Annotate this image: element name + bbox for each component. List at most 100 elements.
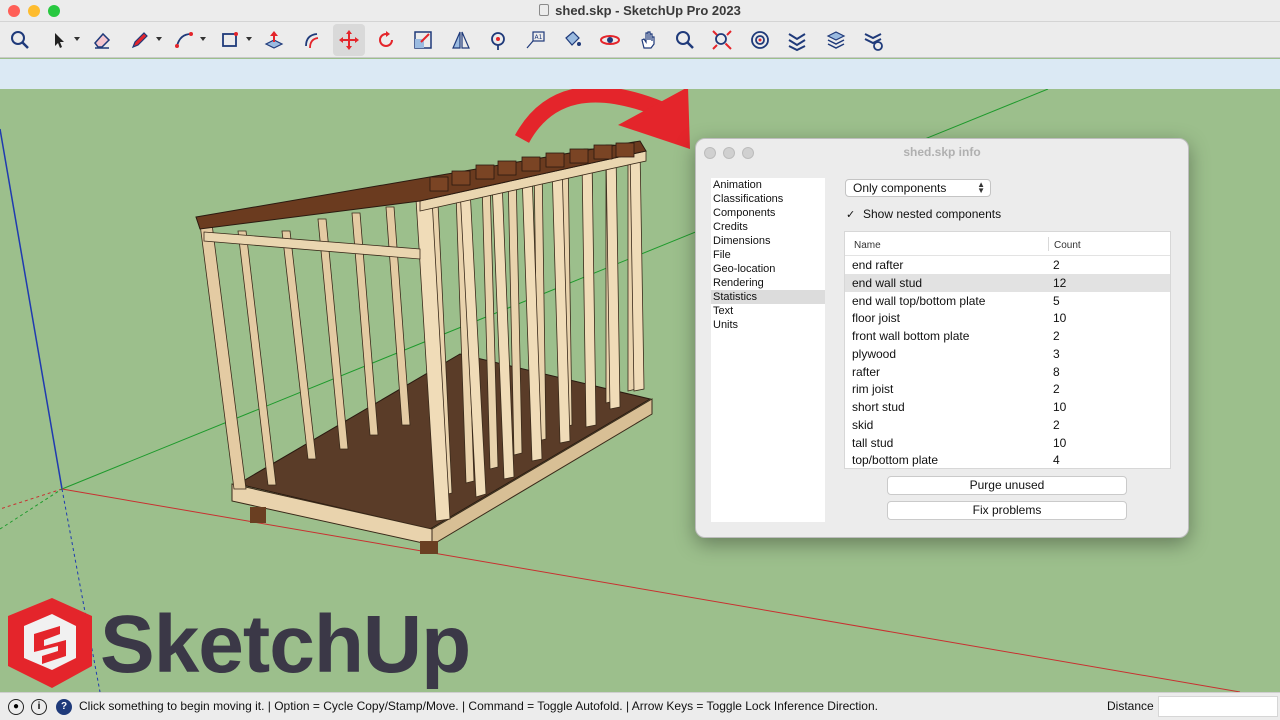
row-count: 4 xyxy=(1053,453,1060,468)
dialog-title: shed.skp info xyxy=(903,145,981,159)
row-count: 10 xyxy=(1053,311,1067,326)
section-item-credits[interactable]: Credits xyxy=(711,220,825,234)
table-header: Name Count xyxy=(845,232,1170,256)
table-row[interactable]: floor joist 10 xyxy=(845,309,1170,327)
zoom-extents-tool-icon[interactable] xyxy=(706,24,738,56)
column-header-name[interactable]: Name xyxy=(854,240,881,251)
section-item-classifications[interactable]: Classifications xyxy=(711,192,825,206)
measurement-label: Distance xyxy=(1107,699,1154,713)
info-icon[interactable]: i xyxy=(31,699,47,715)
row-count: 10 xyxy=(1053,435,1067,450)
help-icon[interactable]: ? xyxy=(56,699,72,715)
orbit-tool-icon[interactable] xyxy=(594,24,626,56)
row-name: short stud xyxy=(852,400,905,414)
sketchup-logo-text: SketchUp xyxy=(100,599,471,690)
table-row[interactable]: rafter 8 xyxy=(845,363,1170,381)
geo-location-icon[interactable]: ● xyxy=(8,699,24,715)
row-name: floor joist xyxy=(852,311,901,326)
search-tool-icon[interactable] xyxy=(4,24,36,56)
window-title: shed.skp - SketchUp Pro 2023 xyxy=(0,3,1280,18)
row-count: 2 xyxy=(1053,417,1060,432)
show-nested-checkbox[interactable]: ✓ Show nested components xyxy=(846,207,1001,221)
row-count: 2 xyxy=(1053,382,1060,397)
toolbar: A1 xyxy=(0,22,1280,58)
section-item-components[interactable]: Components xyxy=(711,206,825,220)
row-name: rim joist xyxy=(852,382,894,397)
pan-tool-icon[interactable] xyxy=(632,24,664,56)
svg-text:A1: A1 xyxy=(535,34,543,41)
settings-tool-icon[interactable] xyxy=(857,24,889,56)
move-tool-icon[interactable] xyxy=(333,24,365,56)
purge-unused-button[interactable]: Purge unused xyxy=(887,476,1127,495)
checkmark-icon: ✓ xyxy=(846,209,856,221)
show-nested-label: Show nested components xyxy=(863,207,1002,221)
section-item-animation[interactable]: Animation xyxy=(711,178,825,192)
row-count: 8 xyxy=(1053,364,1060,379)
sketchup-logo-icon xyxy=(8,598,92,688)
table-row[interactable]: end wall stud 12 xyxy=(845,273,1170,292)
section-item-file[interactable]: File xyxy=(711,248,825,262)
row-count: 5 xyxy=(1053,293,1060,308)
row-name: end wall top/bottom plate xyxy=(852,293,986,308)
row-name: front wall bottom plate xyxy=(852,329,970,343)
table-row[interactable]: front wall bottom plate 2 xyxy=(845,327,1170,345)
row-count: 3 xyxy=(1053,346,1060,361)
title-bar: shed.skp - SketchUp Pro 2023 xyxy=(0,0,1280,22)
follow-me-tool-icon[interactable] xyxy=(482,24,514,56)
zoom-tool-icon[interactable] xyxy=(669,24,701,56)
table-row[interactable]: top/bottom plate 4 xyxy=(845,451,1170,469)
table-row[interactable]: rim joist 2 xyxy=(845,380,1170,398)
table-row[interactable]: tall stud 10 xyxy=(845,434,1170,452)
table-row[interactable]: end wall top/bottom plate 5 xyxy=(845,292,1170,310)
pencil-tool-icon[interactable] xyxy=(124,24,162,56)
model-info-dialog: shed.skp info Animation Classifications … xyxy=(695,138,1189,538)
eraser-tool-icon[interactable] xyxy=(86,24,118,56)
row-count: 10 xyxy=(1053,400,1067,414)
table-row[interactable]: end rafter 2 xyxy=(845,256,1170,274)
status-bar: ● i ? Click something to begin moving it… xyxy=(0,692,1280,720)
offset-tool-icon[interactable] xyxy=(296,24,328,56)
rectangle-tool-icon[interactable] xyxy=(214,24,252,56)
arc-tool-icon[interactable] xyxy=(168,24,206,56)
row-name: tall stud xyxy=(852,435,894,450)
row-count: 12 xyxy=(1053,275,1067,290)
info-section-list: Animation Classifications Components Cre… xyxy=(711,178,825,522)
flip-tool-icon[interactable] xyxy=(445,24,477,56)
extension-tool-icon[interactable] xyxy=(781,24,813,56)
column-divider xyxy=(1048,237,1049,251)
row-name: skid xyxy=(852,417,874,432)
measurement-input[interactable] xyxy=(1158,696,1278,717)
section-item-rendering[interactable]: Rendering xyxy=(711,276,825,290)
row-count: 2 xyxy=(1053,329,1060,343)
section-item-statistics[interactable]: Statistics xyxy=(711,290,825,304)
section-item-geo-location[interactable]: Geo-location xyxy=(711,262,825,276)
scale-tool-icon[interactable] xyxy=(407,24,439,56)
layers-tool-icon[interactable] xyxy=(820,24,852,56)
section-item-units[interactable]: Units xyxy=(711,318,825,332)
status-message: Click something to begin moving it. | Op… xyxy=(79,699,878,713)
sky-band xyxy=(0,59,1280,89)
row-name: plywood xyxy=(852,346,897,361)
document-icon xyxy=(539,4,550,16)
table-row[interactable]: skid 2 xyxy=(845,416,1170,434)
row-name: end rafter xyxy=(852,258,904,272)
push-pull-tool-icon[interactable] xyxy=(258,24,290,56)
paint-bucket-tool-icon[interactable] xyxy=(556,24,588,56)
warehouse-tool-icon[interactable] xyxy=(744,24,776,56)
row-count: 2 xyxy=(1053,258,1060,272)
row-name: rafter xyxy=(852,364,881,379)
fix-problems-button[interactable]: Fix problems xyxy=(887,501,1127,520)
table-row[interactable]: plywood 3 xyxy=(845,345,1170,363)
row-name: end wall stud xyxy=(852,275,923,290)
column-header-count[interactable]: Count xyxy=(1054,240,1081,251)
section-item-dimensions[interactable]: Dimensions xyxy=(711,234,825,248)
section-item-text[interactable]: Text xyxy=(711,304,825,318)
table-row[interactable]: short stud 10 xyxy=(845,398,1170,416)
window-title-text: shed.skp - SketchUp Pro 2023 xyxy=(555,3,741,18)
rotate-tool-icon[interactable] xyxy=(370,24,402,56)
updown-chevron-icon: ▲ ▼ xyxy=(977,180,985,195)
component-filter-select[interactable]: Only components ▲ ▼ xyxy=(845,179,991,197)
select-tool-icon[interactable] xyxy=(42,24,80,56)
component-stats-table: Name Count end rafter 2 end wall stud 12 e… xyxy=(844,231,1171,469)
text-tool-icon[interactable]: A1 xyxy=(519,24,551,56)
